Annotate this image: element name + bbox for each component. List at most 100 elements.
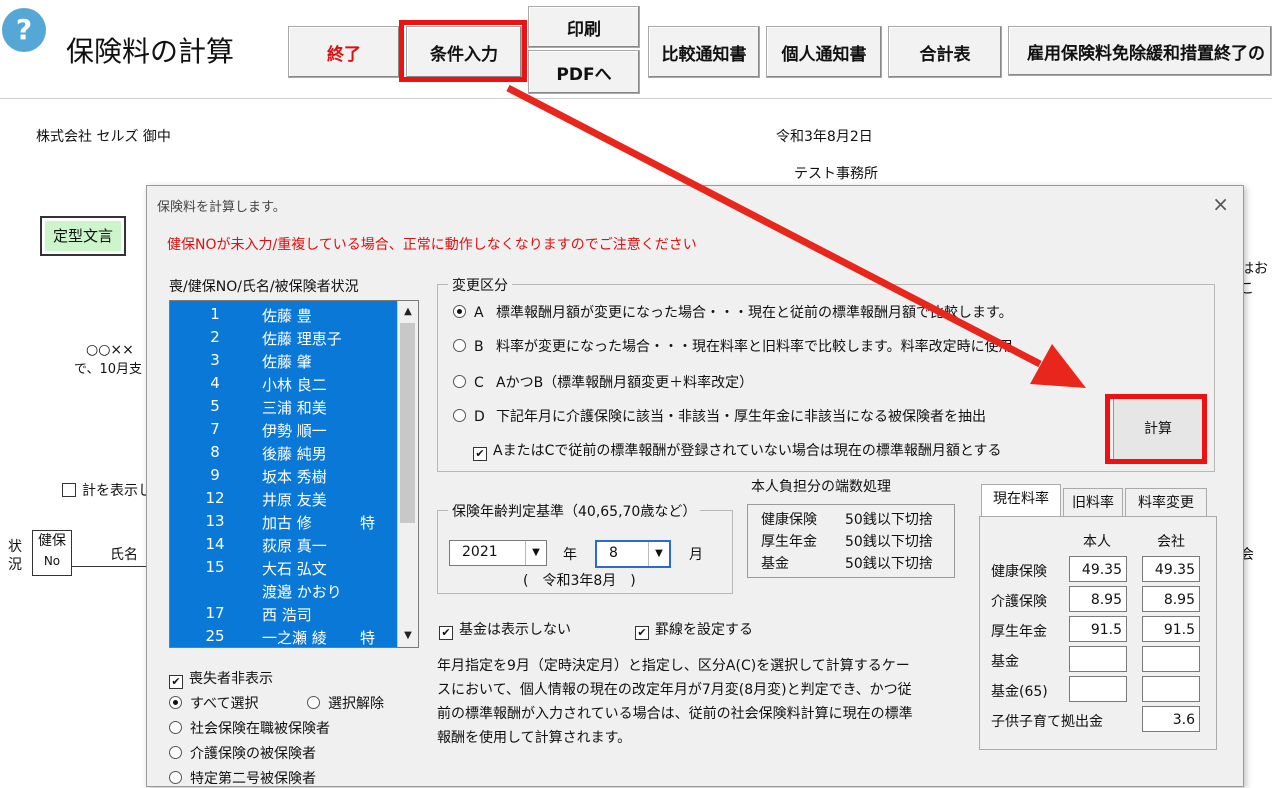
note-line: 前の標準報酬が入力されている場合は、従前の社会保険料計算に現在の標準 — [437, 706, 913, 722]
filter-care-radio[interactable]: 介護保険の被保険者 — [169, 743, 316, 763]
option-key: A — [474, 305, 484, 321]
list-item[interactable]: 3 佐藤 肇 — [170, 351, 398, 374]
list-item[interactable]: 8 後藤 純男 — [170, 443, 398, 466]
rate-self-field[interactable] — [1069, 676, 1127, 702]
radio-icon[interactable] — [169, 696, 182, 709]
rate-company-field[interactable]: 49.35 — [1142, 556, 1200, 582]
employee-name: 荻原 真一 — [262, 537, 327, 555]
exit-button[interactable]: 終了 — [288, 26, 400, 78]
pdf-button[interactable]: PDFへ — [528, 50, 640, 94]
no-fund-checkbox[interactable]: ✔ 基金は表示しない — [439, 619, 571, 640]
employment-insurance-button[interactable]: 雇用保険料免除緩和措置終了の — [1008, 26, 1272, 76]
tab-current-rate[interactable]: 現在料率 — [981, 484, 1061, 517]
ac-checkbox[interactable]: ✔ AまたはCで従前の標準報酬が登録されていない場合は現在の標準報酬月額とする — [473, 440, 1002, 461]
select-all-radio[interactable]: すべて選択 — [169, 693, 258, 713]
radio-icon[interactable] — [453, 305, 466, 318]
rate-head-company: 会社 — [1157, 534, 1185, 550]
highlight-condition-button — [399, 20, 527, 82]
compare-notice-button[interactable]: 比較通知書 — [648, 26, 760, 78]
chevron-down-icon[interactable]: ▼ — [525, 541, 546, 565]
list-item[interactable]: 17 西 浩司 — [170, 604, 398, 627]
hide-lost-checkbox[interactable]: ✔ 喪失者非表示 — [169, 668, 273, 689]
rate-company-field[interactable]: 91.5 — [1142, 616, 1200, 642]
checkbox-icon[interactable]: ✔ — [635, 626, 649, 640]
hide-lost-label: 喪失者非表示 — [189, 671, 273, 687]
scroll-thumb[interactable] — [400, 323, 415, 523]
filter-special-radio[interactable]: 特定第二号被保険者 — [169, 768, 316, 788]
employee-name: 佐藤 肇 — [262, 353, 312, 371]
help-icon[interactable]: ? — [2, 8, 46, 52]
radio-icon[interactable] — [169, 721, 182, 734]
toolbar-divider — [0, 98, 1272, 99]
personal-notice-button[interactable]: 個人通知書 — [766, 26, 882, 78]
document-date: 令和3年8月2日 — [776, 129, 873, 145]
rate-self-field[interactable]: 91.5 — [1069, 616, 1127, 642]
list-item[interactable]: 1 佐藤 豊 — [170, 305, 398, 328]
employee-name: 加古 修 — [262, 514, 312, 532]
filter-social-radio[interactable]: 社会保険在職被保険者 — [169, 718, 330, 738]
year-select[interactable]: 2021 ▼ — [449, 540, 547, 566]
rate-company-field[interactable]: 8.95 — [1142, 586, 1200, 612]
list-item[interactable]: 13 加古 修 特 — [170, 512, 398, 535]
deselect-radio[interactable]: 選択解除 — [307, 693, 384, 713]
close-icon[interactable]: × — [1212, 192, 1229, 216]
rate-name: 健康保険 — [991, 564, 1047, 580]
print-button[interactable]: 印刷 — [528, 6, 640, 48]
radio-icon[interactable] — [453, 375, 466, 388]
employee-name: 坂本 秀樹 — [262, 468, 327, 486]
column-status-2: 況 — [8, 557, 22, 573]
employee-name: 佐藤 豊 — [262, 307, 312, 325]
filter-social-label: 社会保険在職被保険者 — [190, 721, 330, 737]
list-item[interactable]: 4 小林 良二 — [170, 374, 398, 397]
tab-old-rate[interactable]: 旧料率 — [1063, 488, 1123, 517]
radio-icon[interactable] — [169, 746, 182, 759]
rate-head-self: 本人 — [1083, 534, 1111, 550]
month-value: 8 — [609, 545, 618, 561]
rate-self-field[interactable]: 49.35 — [1069, 556, 1127, 582]
radio-icon[interactable] — [169, 771, 182, 784]
checkbox-icon[interactable]: ✔ — [473, 447, 487, 461]
total-table-button[interactable]: 合計表 — [888, 26, 1002, 78]
rate-self-field[interactable]: 8.95 — [1069, 586, 1127, 612]
option-a-radio[interactable]: A 標準報酬月額が変更になった場合・・・現在と従前の標準報酬月額で比較します。 — [453, 302, 1013, 322]
employee-no: 25 — [205, 627, 225, 645]
option-c-radio[interactable]: C AかつB（標準報酬月額変更＋料率改定） — [453, 372, 753, 392]
checkbox-icon[interactable]: ✔ — [439, 626, 453, 640]
list-scrollbar[interactable]: ▲ ▼ — [397, 301, 418, 647]
scroll-down-icon[interactable]: ▼ — [399, 627, 417, 645]
month-select[interactable]: 8 ▼ — [595, 540, 671, 568]
list-item[interactable]: 9 坂本 秀樹 — [170, 466, 398, 489]
radio-icon[interactable] — [453, 409, 466, 422]
checkbox-icon[interactable]: ✔ — [169, 675, 183, 689]
option-key: B — [474, 339, 484, 355]
rate-self-field[interactable] — [1069, 646, 1127, 672]
radio-icon[interactable] — [453, 339, 466, 352]
option-d-radio[interactable]: D 下記年月に介護保険に該当・非該当・厚生年金に非該当になる被保険者を抽出 — [453, 406, 986, 426]
checkbox-icon[interactable] — [62, 483, 76, 497]
employee-list[interactable]: 1 佐藤 豊 2 佐藤 理恵子 3 佐藤 肇 4 小林 良二 5 三浦 和美 7 伊勢 順一 8 後藤 純… — [169, 300, 419, 648]
grid-lines-checkbox[interactable]: ✔ 罫線を設定する — [635, 619, 753, 640]
scroll-up-icon[interactable]: ▲ — [399, 303, 417, 321]
radio-icon[interactable] — [307, 696, 320, 709]
show-total-checkbox[interactable]: 計を表示し — [62, 480, 152, 500]
child-contribution-field[interactable]: 3.6 — [1142, 706, 1200, 732]
list-item[interactable]: 15 大石 弘文 — [170, 558, 398, 581]
list-item[interactable]: 12 井原 友美 — [170, 489, 398, 512]
age-criteria-legend: 保険年齢判定基準（40,65,70歳など） — [448, 501, 701, 521]
employee-name: 佐藤 理恵子 — [262, 330, 342, 348]
tab-rate-change[interactable]: 料率変更 — [1125, 488, 1207, 517]
list-item[interactable]: 5 三浦 和美 — [170, 397, 398, 420]
list-item[interactable]: 25 一之瀬 綾 特 — [170, 627, 398, 650]
list-item[interactable]: 渡邉 かおり — [170, 581, 398, 604]
chevron-down-icon[interactable]: ▼ — [648, 542, 669, 566]
list-item[interactable]: 7 伊勢 順一 — [170, 420, 398, 443]
rate-company-field[interactable] — [1142, 646, 1200, 672]
dialog-title: 保険料を計算します。 — [157, 200, 286, 215]
list-item[interactable]: 2 佐藤 理恵子 — [170, 328, 398, 351]
list-item[interactable]: 14 荻原 真一 — [170, 535, 398, 558]
template-text-button[interactable]: 定型文言 — [40, 216, 126, 256]
employee-no: 1 — [210, 305, 220, 323]
rate-company-field[interactable] — [1142, 676, 1200, 702]
option-b-radio[interactable]: B 料率が変更になった場合・・・現在料率と旧料率で比較します。料率改定時に使用。 — [453, 336, 1027, 356]
employee-no: 15 — [205, 558, 225, 576]
